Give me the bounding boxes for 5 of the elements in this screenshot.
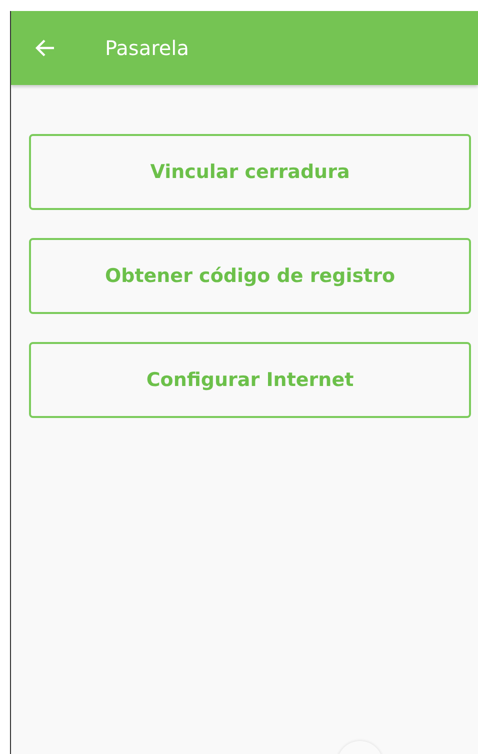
back-arrow-icon[interactable] bbox=[35, 39, 55, 57]
action-button[interactable]: Vincular cerradura bbox=[29, 134, 471, 210]
action-button[interactable]: Obtener código de registro bbox=[29, 238, 471, 314]
screen-title: Pasarela bbox=[105, 36, 189, 60]
action-button[interactable]: Configurar Internet bbox=[29, 342, 471, 418]
